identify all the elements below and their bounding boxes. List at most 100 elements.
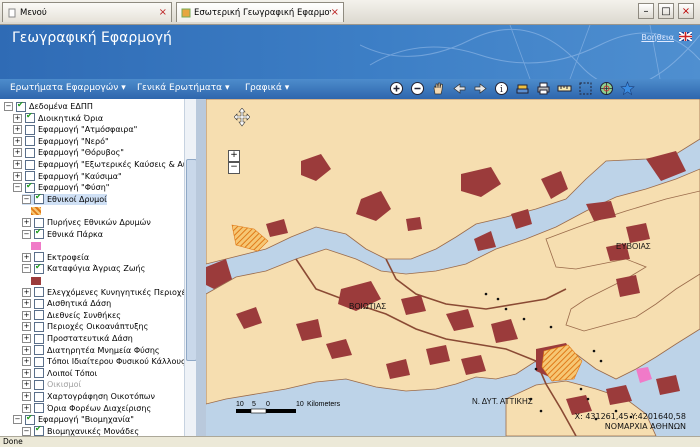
layer-checkbox[interactable] bbox=[34, 217, 44, 228]
layer-row[interactable]: + Περιοχές Οικοανάπτυξης bbox=[22, 321, 148, 332]
expand-icon[interactable]: + bbox=[13, 125, 22, 135]
layer-checkbox[interactable] bbox=[25, 111, 35, 124]
select-icon[interactable] bbox=[577, 80, 594, 97]
layer-row[interactable]: − Βιομηχανικές Μονάδες bbox=[22, 424, 139, 436]
layer-checkbox[interactable] bbox=[25, 147, 35, 158]
layer-row[interactable]: + Εφαρμογή "Ατμόσφαιρα" bbox=[13, 124, 137, 135]
expand-icon[interactable]: + bbox=[22, 357, 31, 367]
layer-checkbox[interactable] bbox=[34, 403, 44, 414]
menu-graphics[interactable]: Γραφικά ▾ bbox=[245, 83, 289, 93]
layer-row[interactable]: − Εθνικοί Δρυμοί bbox=[22, 192, 107, 205]
layer-checkbox[interactable] bbox=[25, 124, 35, 135]
map-view[interactable]: ΕΥΒΟΙΑΣ ΒΟΙΩΤΙΑΣ Ν. ΔΥΤ. ΑΤΤΙΚΗΣ 10 5 0 … bbox=[206, 99, 700, 436]
expand-icon[interactable]: + bbox=[22, 287, 31, 297]
layer-row[interactable]: − Δεδομένα ΕΔΠΠ bbox=[4, 100, 93, 112]
menu-app-queries[interactable]: Ερωτήματα Εφαρμογών ▾ bbox=[10, 83, 126, 93]
forward-icon[interactable] bbox=[472, 80, 489, 97]
print-icon[interactable] bbox=[535, 80, 552, 97]
layer-checkbox[interactable] bbox=[34, 192, 44, 205]
layer-row[interactable]: − Εφαρμογή "Βιομηχανία" bbox=[13, 413, 134, 425]
expand-icon[interactable]: + bbox=[22, 299, 31, 309]
expand-icon[interactable]: + bbox=[22, 218, 31, 227]
menu-general-queries[interactable]: Γενικά Ερωτήματα ▾ bbox=[137, 83, 230, 93]
collapse-icon[interactable]: − bbox=[22, 194, 31, 204]
layer-row[interactable]: + Όρια Φορέων Διαχείρισης bbox=[22, 403, 151, 414]
layer-checkbox[interactable] bbox=[34, 356, 44, 367]
layer-checkbox[interactable] bbox=[34, 333, 44, 344]
layer-row[interactable]: − Εφαρμογή "Φύση" bbox=[13, 181, 109, 193]
collapse-icon[interactable]: − bbox=[22, 229, 31, 239]
uk-flag-icon[interactable] bbox=[679, 32, 692, 41]
layer-checkbox[interactable] bbox=[34, 379, 44, 390]
back-icon[interactable] bbox=[451, 80, 468, 97]
collapse-icon[interactable]: − bbox=[13, 415, 22, 425]
layer-row[interactable]: − Εθνικά Πάρκα bbox=[22, 227, 103, 240]
panel-splitter[interactable] bbox=[196, 99, 206, 436]
layer-row[interactable]: + Προστατευτικά Δάση bbox=[22, 333, 133, 344]
expand-icon[interactable]: + bbox=[13, 160, 22, 169]
layer-row[interactable]: + Εκτροφεία bbox=[22, 252, 89, 263]
layer-checkbox[interactable] bbox=[34, 368, 44, 379]
collapse-icon[interactable]: − bbox=[22, 426, 31, 436]
globe-icon[interactable] bbox=[598, 80, 615, 97]
expand-icon[interactable]: + bbox=[13, 136, 22, 146]
close-icon[interactable]: × bbox=[159, 7, 167, 18]
zoom-plus-button[interactable]: + bbox=[228, 150, 240, 162]
layer-row[interactable]: + Διατηρητέα Μνημεία Φύσης bbox=[22, 345, 160, 356]
layer-row[interactable]: + Λοιποί Τόποι bbox=[22, 368, 97, 379]
layer-checkbox[interactable] bbox=[25, 413, 35, 425]
layer-row[interactable]: + Εφαρμογή "Νερό" bbox=[13, 136, 109, 147]
layer-checkbox[interactable] bbox=[34, 252, 44, 263]
expand-icon[interactable]: + bbox=[22, 334, 31, 343]
expand-icon[interactable]: + bbox=[22, 403, 31, 413]
zoom-out-icon[interactable] bbox=[409, 80, 426, 97]
layer-row[interactable]: + Χαρτογράφηση Οικοτόπων bbox=[22, 391, 155, 402]
layer-row[interactable]: + Εφαρμογή "Εξωτερικές Καύσεις & Αυτοκ bbox=[13, 159, 196, 170]
layer-row[interactable]: + Ελεγχόμενες Κυνηγητικές Περιοχές bbox=[22, 287, 191, 298]
layer-checkbox[interactable] bbox=[34, 298, 44, 309]
layer-row[interactable]: + Διεθνείς Συνθήκες bbox=[22, 310, 121, 321]
pan-hand-icon[interactable] bbox=[430, 80, 447, 97]
layers-icon[interactable] bbox=[514, 80, 531, 97]
layer-row[interactable]: + Οικισμοί bbox=[22, 379, 81, 390]
expand-icon[interactable]: + bbox=[22, 252, 31, 262]
zoom-minus-button[interactable]: − bbox=[228, 162, 240, 174]
help-link[interactable]: Βοήθεια bbox=[641, 33, 674, 42]
expand-icon[interactable]: + bbox=[22, 310, 31, 320]
expand-icon[interactable]: + bbox=[22, 380, 31, 390]
map-canvas[interactable]: ΕΥΒΟΙΑΣ ΒΟΙΩΤΙΑΣ Ν. ΔΥΤ. ΑΤΤΙΚΗΣ bbox=[206, 99, 700, 436]
layer-row[interactable]: + Τόποι Ιδιαίτερου Φυσικού Κάλλους bbox=[22, 356, 186, 367]
collapse-icon[interactable]: − bbox=[22, 264, 31, 274]
layer-checkbox[interactable] bbox=[25, 181, 35, 193]
tab-geographic-app[interactable]: Εσωτερική Γεωγραφική Εφαρμογή × bbox=[176, 2, 344, 22]
layer-checkbox[interactable] bbox=[16, 100, 26, 112]
close-window-button[interactable]: × bbox=[678, 3, 694, 19]
expand-icon[interactable]: + bbox=[22, 392, 31, 401]
layer-row[interactable]: − Καταφύγια Άγριας Ζωής bbox=[22, 262, 145, 274]
close-icon[interactable]: × bbox=[331, 7, 339, 18]
identify-icon[interactable]: i bbox=[493, 80, 510, 97]
layer-checkbox[interactable] bbox=[25, 171, 35, 182]
zoom-in-icon[interactable] bbox=[388, 80, 405, 97]
measure-icon[interactable] bbox=[556, 80, 573, 97]
expand-icon[interactable]: + bbox=[13, 113, 22, 123]
expand-icon[interactable]: + bbox=[22, 322, 31, 332]
minimize-button[interactable]: – bbox=[638, 3, 654, 19]
collapse-icon[interactable]: − bbox=[4, 102, 13, 111]
layer-row[interactable]: + Εφαρμογή "Θόρυβος" bbox=[13, 147, 124, 158]
maximize-button[interactable]: □ bbox=[658, 3, 674, 19]
collapse-icon[interactable]: − bbox=[13, 183, 22, 193]
layer-checkbox[interactable] bbox=[34, 227, 44, 240]
layer-checkbox[interactable] bbox=[25, 136, 35, 147]
expand-icon[interactable]: + bbox=[22, 345, 31, 355]
star-icon[interactable] bbox=[619, 80, 636, 97]
layer-checkbox[interactable] bbox=[25, 159, 35, 170]
layer-row[interactable]: + Αισθητικά Δάση bbox=[22, 298, 111, 309]
pan-control[interactable] bbox=[233, 107, 251, 133]
layer-checkbox[interactable] bbox=[34, 262, 44, 274]
layer-checkbox[interactable] bbox=[34, 391, 44, 402]
expand-icon[interactable]: + bbox=[13, 171, 22, 181]
layer-checkbox[interactable] bbox=[34, 287, 44, 298]
layer-checkbox[interactable] bbox=[34, 345, 44, 356]
expand-icon[interactable]: + bbox=[22, 368, 31, 378]
